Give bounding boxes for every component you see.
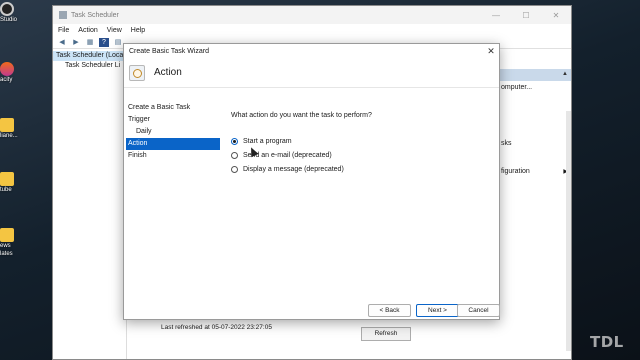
create-basic-task-wizard: Create Basic Task Wizard ✕ Action Create…	[123, 43, 500, 320]
task-scheduler-icon	[59, 11, 67, 19]
refresh-button[interactable]: Refresh	[361, 327, 411, 341]
desktop-icon-folder-1[interactable]: liane...	[0, 118, 40, 140]
desktop-icon-folder-2[interactable]: tube	[0, 172, 40, 194]
watermark-logo: TDL	[590, 333, 624, 351]
obs-icon	[0, 2, 14, 16]
collapse-up-icon[interactable]: ▲	[562, 71, 568, 77]
title-bar[interactable]: Task Scheduler — ☐ ✕	[53, 6, 571, 24]
menu-view[interactable]: View	[107, 27, 122, 34]
next-button[interactable]: Next >	[416, 304, 459, 317]
action-at-service-configuration[interactable]: figuration ▶	[499, 165, 571, 179]
scrollbar[interactable]	[566, 111, 571, 351]
radio-send-email[interactable]	[231, 151, 238, 159]
actions-header[interactable]: ▲	[499, 69, 571, 81]
option-label[interactable]: Start a program	[243, 138, 292, 145]
action-item[interactable]	[499, 123, 571, 137]
step-trigger[interactable]: Trigger	[126, 114, 220, 126]
wizard-title-bar[interactable]: Create Basic Task Wizard ✕	[124, 44, 499, 58]
action-item[interactable]	[499, 109, 571, 123]
desktop-icon-audacity[interactable]: acity	[0, 62, 40, 84]
refresh-icon[interactable]: ▤	[113, 38, 123, 47]
properties-icon[interactable]: ▦	[85, 38, 95, 47]
wizard-steps: Create a Basic Task Trigger Daily Action…	[126, 102, 220, 162]
help-icon[interactable]: ?	[99, 37, 109, 47]
action-question: What action do you want the task to perf…	[231, 112, 372, 119]
back-arrow-icon[interactable]: ◀	[57, 38, 67, 47]
action-item[interactable]	[499, 95, 571, 109]
desktop-icon-label: acity	[0, 77, 13, 83]
option-label[interactable]: Display a message (deprecated)	[243, 166, 344, 173]
wizard-title: Create Basic Task Wizard	[129, 47, 210, 55]
task-clock-icon	[129, 64, 145, 81]
cancel-button[interactable]: Cancel	[457, 304, 500, 317]
radio-start-program[interactable]	[231, 137, 238, 145]
menu-bar: File Action View Help	[53, 24, 571, 36]
audacity-icon	[0, 62, 14, 76]
action-item[interactable]	[499, 151, 571, 165]
menu-action[interactable]: Action	[78, 27, 97, 34]
last-refreshed-text: Last refreshed at 05-07-2022 23:27:05	[161, 324, 272, 331]
console-tree: Task Scheduler (Loca Task Scheduler Li	[53, 51, 127, 359]
minimize-button[interactable]: —	[481, 11, 511, 20]
menu-help[interactable]: Help	[131, 27, 145, 34]
folder-icon	[0, 228, 14, 242]
maximize-button[interactable]: ☐	[511, 11, 541, 20]
step-daily[interactable]: Daily	[126, 126, 220, 138]
tree-item-task-scheduler-local[interactable]: Task Scheduler (Loca	[53, 51, 126, 61]
step-finish[interactable]: Finish	[126, 150, 220, 162]
desktop-icon-label: tube	[0, 187, 12, 193]
menu-file[interactable]: File	[58, 27, 69, 34]
folder-icon	[0, 118, 14, 132]
step-create-basic-task[interactable]: Create a Basic Task	[126, 102, 220, 114]
wizard-header: Action	[124, 58, 499, 88]
action-display-running-tasks[interactable]: sks	[499, 137, 571, 151]
close-button[interactable]: ✕	[541, 11, 571, 20]
actions-pane: ▲ omputer... sks figuration ▶	[499, 51, 571, 359]
action-connect-computer[interactable]: omputer...	[499, 81, 571, 95]
step-action[interactable]: Action	[126, 138, 220, 150]
desktop-icons: Studio acity liane... tube ews lates	[0, 0, 52, 360]
wizard-page-title: Action	[154, 67, 182, 78]
desktop-icon-obs-studio[interactable]: Studio	[0, 2, 40, 24]
window-title: Task Scheduler	[71, 11, 119, 19]
desktop-icon-label: ews lates	[0, 243, 13, 257]
forward-arrow-icon[interactable]: ▶	[71, 38, 81, 47]
radio-display-message[interactable]	[231, 165, 238, 173]
back-button[interactable]: < Back	[368, 304, 411, 317]
desktop-icon-label: Studio	[0, 17, 18, 23]
desktop-icon-label: liane...	[0, 133, 18, 139]
folder-icon	[0, 172, 14, 186]
option-send-email[interactable]: Send an e-mail (deprecated)	[231, 148, 491, 162]
wizard-content: What action do you want the task to perf…	[231, 112, 491, 176]
wizard-close-button[interactable]: ✕	[483, 46, 499, 57]
action-label: figuration	[501, 168, 530, 175]
option-display-message[interactable]: Display a message (deprecated)	[231, 162, 491, 176]
tree-item-task-scheduler-library[interactable]: Task Scheduler Li	[53, 61, 126, 71]
option-start-program[interactable]: Start a program	[231, 134, 491, 148]
desktop-icon-folder-3[interactable]: ews lates	[0, 228, 40, 258]
